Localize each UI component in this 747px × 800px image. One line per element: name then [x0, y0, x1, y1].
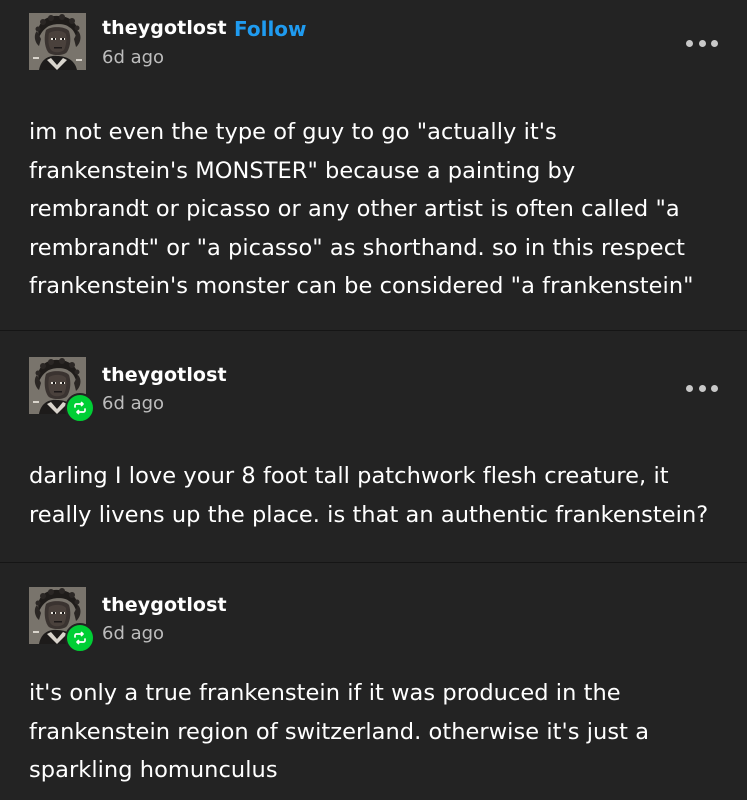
text-line: sparkling homunculus: [29, 757, 278, 783]
post-time: 6d ago: [102, 623, 165, 644]
post-body: darling I love your 8 foot tall patchwor…: [29, 457, 727, 534]
text-line: im not even the type of guy to go "actua…: [29, 119, 557, 145]
text-line: really livens up the place. is that an a…: [29, 501, 709, 528]
username[interactable]: theygotlost: [102, 364, 227, 386]
dot: [686, 39, 693, 47]
text-line: frankenstein's MONSTER" because a painti…: [29, 157, 576, 184]
dot: [698, 384, 706, 392]
text-line: frankenstein region of switzerland. othe…: [29, 718, 650, 745]
avatar[interactable]: [29, 587, 95, 653]
text-line: rembrandt" or "a picasso" as shorthand. …: [29, 234, 685, 261]
post: theygotlost 6d ago it's only a true fran…: [0, 563, 747, 800]
text-line: it's only a true frankenstein if it was …: [29, 680, 621, 706]
dot: [698, 39, 706, 47]
reblog-icon: [65, 393, 95, 423]
text-line: frankenstein's monster can be considered…: [29, 273, 694, 299]
more-options-icon[interactable]: [686, 383, 718, 393]
avatar[interactable]: [29, 357, 95, 423]
post: theygotlost 6d ago darling I love your 8…: [0, 331, 747, 563]
more-options-icon[interactable]: [686, 38, 718, 48]
follow-button[interactable]: Follow: [234, 17, 307, 41]
post-time: 6d ago: [102, 47, 165, 68]
reblog-icon: [65, 623, 95, 653]
avatar[interactable]: [29, 13, 86, 70]
user-avatar-image: [29, 13, 86, 70]
dot: [711, 39, 718, 47]
post: theygotlost Follow 6d ago im not even th…: [0, 0, 747, 331]
post-body: im not even the type of guy to go "actua…: [29, 113, 727, 306]
dot: [711, 384, 718, 392]
dot: [686, 384, 693, 392]
username[interactable]: theygotlost: [102, 17, 227, 39]
text-line: rembrandt or picasso or any other artist…: [29, 196, 680, 222]
post-time: 6d ago: [102, 393, 165, 414]
username[interactable]: theygotlost: [102, 594, 227, 616]
post-body: it's only a true frankenstein if it was …: [29, 674, 727, 790]
text-line: darling I love your 8 foot tall patchwor…: [29, 463, 669, 489]
